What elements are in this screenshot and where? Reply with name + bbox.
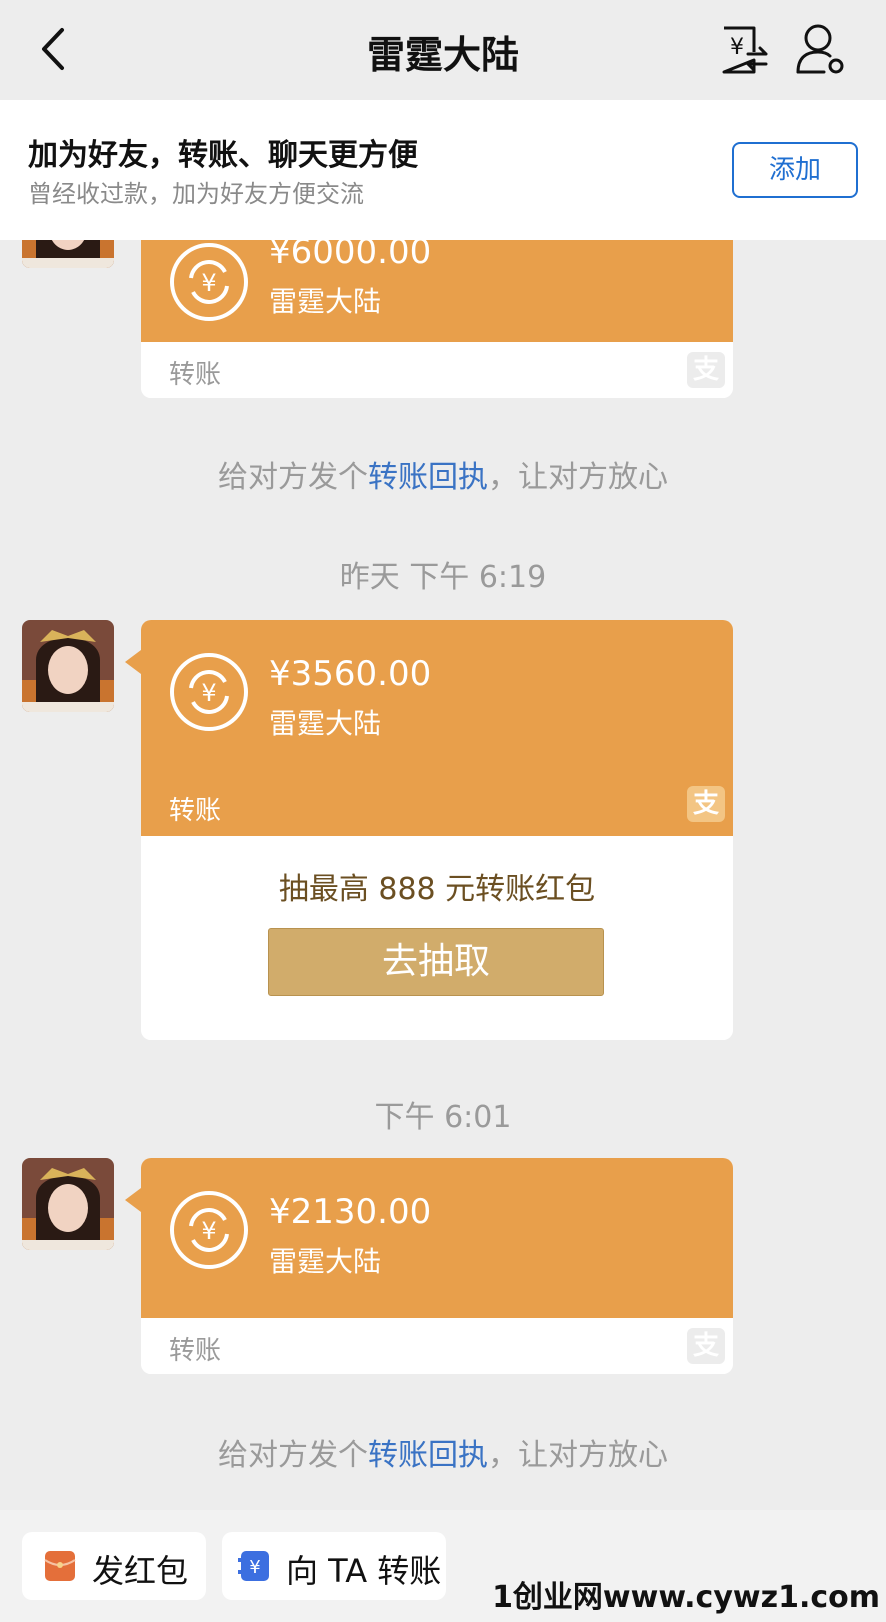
transfer-footer: 转账 支 (141, 342, 733, 398)
svg-text:¥: ¥ (201, 269, 216, 297)
watermark: 1创业网www.cywz1.com (492, 1580, 880, 1615)
notice-suffix: ，让对方放心 (488, 1438, 668, 1473)
receipt-link[interactable]: 转账回执 (368, 1438, 488, 1473)
alipay-icon: 支 (687, 786, 725, 822)
receipt-link[interactable]: 转账回执 (368, 460, 488, 495)
transfer-payee: 雷霆大陆 (269, 285, 382, 318)
svg-text:¥: ¥ (249, 1557, 260, 1578)
svg-text:¥: ¥ (201, 1217, 216, 1245)
notice-suffix: ，让对方放心 (488, 460, 668, 495)
promo-panel: 抽最高 888 元转账红包 去抽取 (141, 836, 733, 1040)
timestamp: 昨天 下午 6:19 (339, 560, 547, 595)
transfer-message[interactable]: ¥ ¥2130.00 雷霆大陆 转账 支 (141, 1158, 733, 1374)
nav-header: 雷霆大陆 ¥ (0, 0, 886, 100)
timestamp: 下午 6:01 (374, 1100, 512, 1135)
avatar[interactable] (22, 1158, 114, 1250)
banner-title: 加为好友，转账、聊天更方便 (28, 138, 418, 173)
bubble-tail (125, 650, 141, 674)
transfer-label: 转账 (169, 796, 222, 826)
transfer-label: 转账 (169, 360, 222, 390)
transfer-footer: 转账 支 (141, 1318, 733, 1374)
bubble-tail (125, 1188, 141, 1212)
add-friend-button[interactable]: 添加 (732, 142, 858, 198)
transfer-message[interactable]: ¥ ¥3560.00 雷霆大陆 转账 支 抽最高 888 元转账红包 去抽取 (141, 620, 733, 1040)
transfer-circle-icon: ¥ (170, 1191, 248, 1269)
bottom-action-bar: 发红包 ¥ 向 TA 转账 1创业网www.cywz1.com (0, 1510, 886, 1622)
transfer-payee: 雷霆大陆 (269, 1245, 382, 1278)
yuan-transfer-icon: ¥ (238, 1551, 269, 1581)
transfer-card: ¥ ¥2130.00 雷霆大陆 (141, 1158, 733, 1318)
bill-transfer-icon[interactable]: ¥ (718, 24, 770, 76)
red-packet-icon (44, 1551, 76, 1581)
transfer-circle-icon: ¥ (170, 243, 248, 321)
receipt-notice: 给对方发个转账回执，让对方放心 (0, 452, 886, 496)
alipay-icon: 支 (687, 1328, 725, 1364)
svg-text:¥: ¥ (730, 35, 744, 60)
send-red-packet-button[interactable]: 发红包 (22, 1532, 206, 1600)
alipay-icon: 支 (687, 352, 725, 388)
avatar[interactable] (22, 620, 114, 712)
transfer-payee: 雷霆大陆 (269, 707, 382, 740)
transfer-card: ¥ ¥3560.00 雷霆大陆 转账 支 (141, 620, 733, 836)
transfer-label: 转账 (169, 1336, 222, 1366)
user-settings-icon[interactable] (794, 22, 846, 76)
promo-text: 抽最高 888 元转账红包 (278, 872, 596, 907)
transfer-label: 向 TA 转账 (286, 1552, 442, 1590)
transfer-amount: ¥2130.00 (269, 1192, 432, 1232)
notice-prefix: 给对方发个 (218, 460, 368, 495)
banner-subtitle: 曾经收过款，加为好友方便交流 (28, 180, 364, 208)
receipt-notice: 给对方发个转账回执，让对方放心 (0, 1430, 886, 1474)
red-packet-label: 发红包 (92, 1552, 189, 1590)
add-friend-banner: 加为好友，转账、聊天更方便 曾经收过款，加为好友方便交流 添加 (0, 100, 886, 240)
transfer-circle-icon: ¥ (170, 653, 248, 731)
svg-text:¥: ¥ (201, 679, 216, 707)
transfer-to-ta-button[interactable]: ¥ 向 TA 转账 (222, 1532, 446, 1600)
draw-button[interactable]: 去抽取 (268, 928, 604, 996)
transfer-amount: ¥3560.00 (269, 654, 432, 694)
notice-prefix: 给对方发个 (218, 1438, 368, 1473)
